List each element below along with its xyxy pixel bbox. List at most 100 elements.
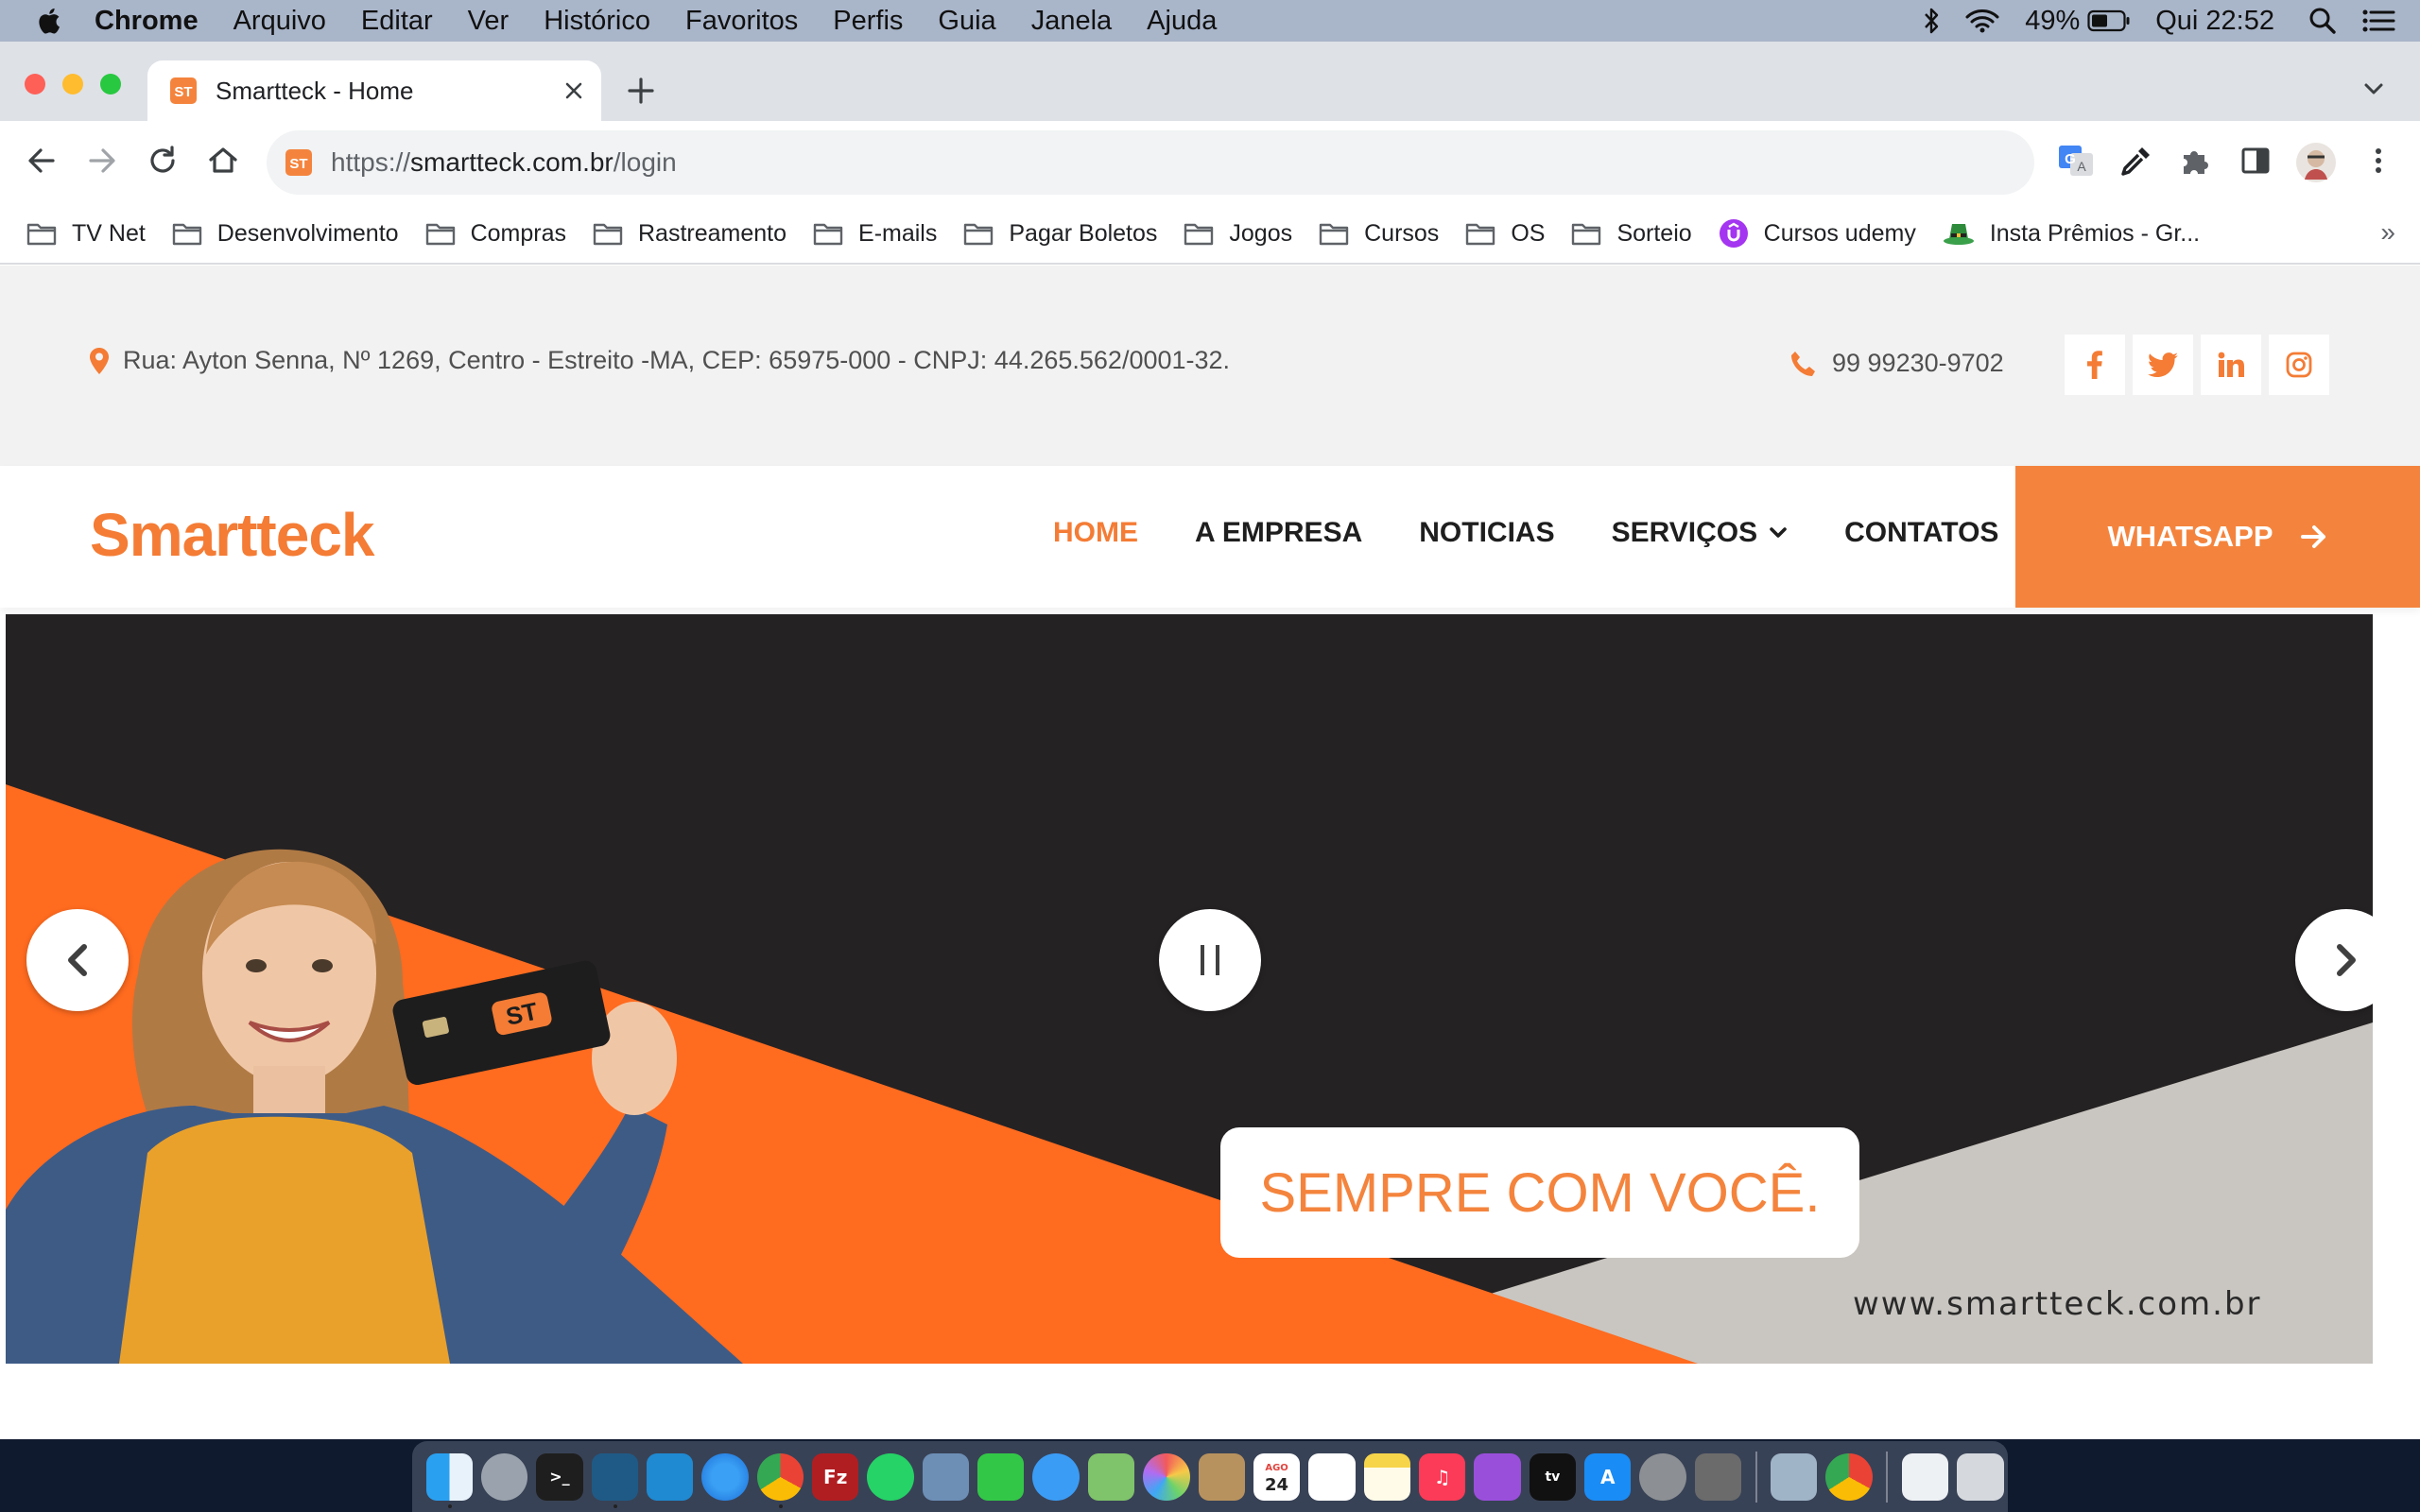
chrome-icon[interactable] (1825, 1452, 1873, 1501)
photos-flower-icon[interactable] (1143, 1452, 1190, 1501)
browser-tab-active[interactable]: ST Smartteck - Home (147, 60, 601, 121)
menu-historico[interactable]: Histórico (544, 6, 650, 37)
app-store-icon[interactable]: A (1584, 1452, 1632, 1501)
window-close-button[interactable] (25, 74, 45, 94)
facebook-icon (2087, 351, 2102, 379)
documents-stack-icon[interactable] (1901, 1452, 1949, 1501)
bookmark-label: Insta Prêmios - Gr... (1989, 219, 2201, 247)
bookmark-cursos[interactable]: Cursos (1319, 220, 1439, 248)
bookmarks-overflow-chevron-icon[interactable]: » (2380, 217, 2395, 248)
menu-ver[interactable]: Ver (468, 6, 510, 37)
preview-icon[interactable] (922, 1452, 970, 1501)
bookmark-os[interactable]: OS (1465, 220, 1545, 248)
control-center-icon[interactable] (2361, 8, 2395, 34)
menu-favoritos[interactable]: Favoritos (685, 6, 798, 37)
bookmark-desenvolvimento[interactable]: Desenvolvimento (172, 220, 399, 248)
site-favicon: ST (170, 77, 197, 104)
nav-contatos[interactable]: CONTATOS (1844, 517, 1998, 549)
apple-menu-icon[interactable] (36, 7, 60, 35)
filezilla-icon[interactable]: Fz (812, 1452, 859, 1501)
whatsapp-app-icon[interactable] (867, 1452, 914, 1501)
bookmark-jogos[interactable]: Jogos (1184, 220, 1292, 248)
finder-icon[interactable] (425, 1452, 473, 1508)
menu-ajuda[interactable]: Ajuda (1147, 6, 1217, 37)
linkedin-link[interactable] (2201, 335, 2261, 395)
bluetooth-icon[interactable] (1923, 7, 1940, 35)
tab-search-chevron-icon[interactable] (2360, 76, 2387, 102)
bookmark-cursos-udemy[interactable]: Cursos udemy (1719, 218, 1916, 249)
launchpad-rocket-icon[interactable] (480, 1452, 528, 1501)
safari-compass-icon[interactable] (701, 1452, 749, 1501)
home-icon[interactable] (204, 142, 242, 180)
bookmark-insta-premios[interactable]: Insta Prêmios - Gr... (1943, 220, 2200, 248)
url-host: smartteck.com.br (410, 147, 614, 177)
nav-home[interactable]: HOME (1053, 517, 1138, 549)
macos-dock: >_ Fz AGO 24 ♫ tv A (412, 1441, 2008, 1512)
window-minimize-button[interactable] (62, 74, 83, 94)
color-picker-eyedropper-icon[interactable] (2118, 142, 2155, 180)
site-phone[interactable]: 99 99230-9702 (1789, 349, 2004, 378)
twitter-link[interactable] (2133, 335, 2193, 395)
instagram-link[interactable] (2269, 335, 2329, 395)
address-bar[interactable]: ST https://smartteck.com.br/login (267, 130, 2034, 195)
system-preferences-gear-icon[interactable] (1639, 1452, 1686, 1501)
contacts-book-icon[interactable] (1198, 1452, 1245, 1501)
site-logo[interactable]: Smartteck (90, 500, 374, 570)
menu-guia[interactable]: Guia (938, 6, 995, 37)
window-zoom-button[interactable] (100, 74, 121, 94)
bookmark-sorteio[interactable]: Sorteio (1571, 220, 1692, 248)
profile-avatar[interactable] (2295, 142, 2337, 183)
reminders-icon[interactable] (1308, 1452, 1356, 1501)
new-tab-plus-icon[interactable] (624, 74, 658, 108)
nav-servicos[interactable]: SERVIÇOS (1612, 517, 1789, 549)
menu-editar[interactable]: Editar (361, 6, 433, 37)
slider-pause-button[interactable] (1159, 909, 1261, 1011)
whatsapp-button[interactable]: WHATSAPP (2015, 466, 2420, 608)
terminal-icon[interactable]: >_ (536, 1452, 583, 1501)
vscode-icon[interactable] (646, 1452, 694, 1501)
slider-prev-button[interactable] (26, 909, 129, 1011)
map-pin-icon (89, 347, 110, 375)
bookmark-pagar-boletos[interactable]: Pagar Boletos (963, 220, 1157, 248)
menu-janela[interactable]: Janela (1031, 6, 1112, 37)
tab-close-icon[interactable] (563, 80, 584, 101)
forward-arrow-icon[interactable] (83, 142, 121, 180)
extensions-puzzle-icon[interactable] (2176, 142, 2214, 180)
image-capture-icon[interactable] (1771, 1452, 1818, 1501)
trash-icon[interactable] (1957, 1452, 2004, 1501)
bookmark-tv-net[interactable]: TV Net (26, 220, 146, 248)
side-panel-icon[interactable] (2237, 142, 2274, 180)
menu-perfis[interactable]: Perfis (833, 6, 903, 37)
maps-icon[interactable] (1087, 1452, 1135, 1501)
spotlight-search-icon[interactable] (2308, 7, 2337, 35)
menu-arquivo[interactable]: Arquivo (233, 6, 326, 37)
menu-clock[interactable]: Qui 22:52 (2155, 6, 2274, 37)
chrome-menu-kebab-icon[interactable] (2360, 142, 2397, 180)
calculator-icon[interactable] (1694, 1452, 1742, 1501)
bookmark-compras[interactable]: Compras (425, 220, 566, 248)
calendar-icon[interactable]: AGO 24 (1253, 1452, 1301, 1501)
leprechaun-hat-icon (1943, 220, 1975, 247)
battery-icon[interactable] (2087, 9, 2131, 32)
google-translate-icon[interactable]: GA (2057, 142, 2095, 180)
back-arrow-icon[interactable] (23, 142, 60, 180)
podcasts-icon[interactable] (1474, 1452, 1521, 1501)
bookmark-e-mails[interactable]: E-mails (813, 220, 937, 248)
menu-app-name[interactable]: Chrome (95, 6, 199, 37)
apple-tv-icon[interactable]: tv (1529, 1452, 1577, 1501)
reload-icon[interactable] (144, 142, 182, 180)
notes-icon[interactable] (1363, 1452, 1410, 1501)
music-note-icon[interactable]: ♫ (1418, 1452, 1466, 1501)
folder-icon (425, 221, 456, 246)
facetime-icon[interactable] (977, 1452, 1025, 1501)
messages-bubble-icon[interactable] (1032, 1452, 1080, 1501)
bookmark-rastreamento[interactable]: Rastreamento (593, 220, 786, 248)
chevron-left-icon (63, 943, 92, 977)
mysql-workbench-dolphin-icon[interactable] (591, 1452, 638, 1508)
wifi-icon[interactable] (1964, 8, 2000, 34)
nav-a-empresa[interactable]: A EMPRESA (1195, 517, 1362, 549)
nav-noticias[interactable]: NOTICIAS (1419, 517, 1554, 549)
facebook-link[interactable] (2065, 335, 2125, 395)
chevron-right-icon (2332, 943, 2360, 977)
chrome-icon[interactable] (756, 1452, 804, 1508)
